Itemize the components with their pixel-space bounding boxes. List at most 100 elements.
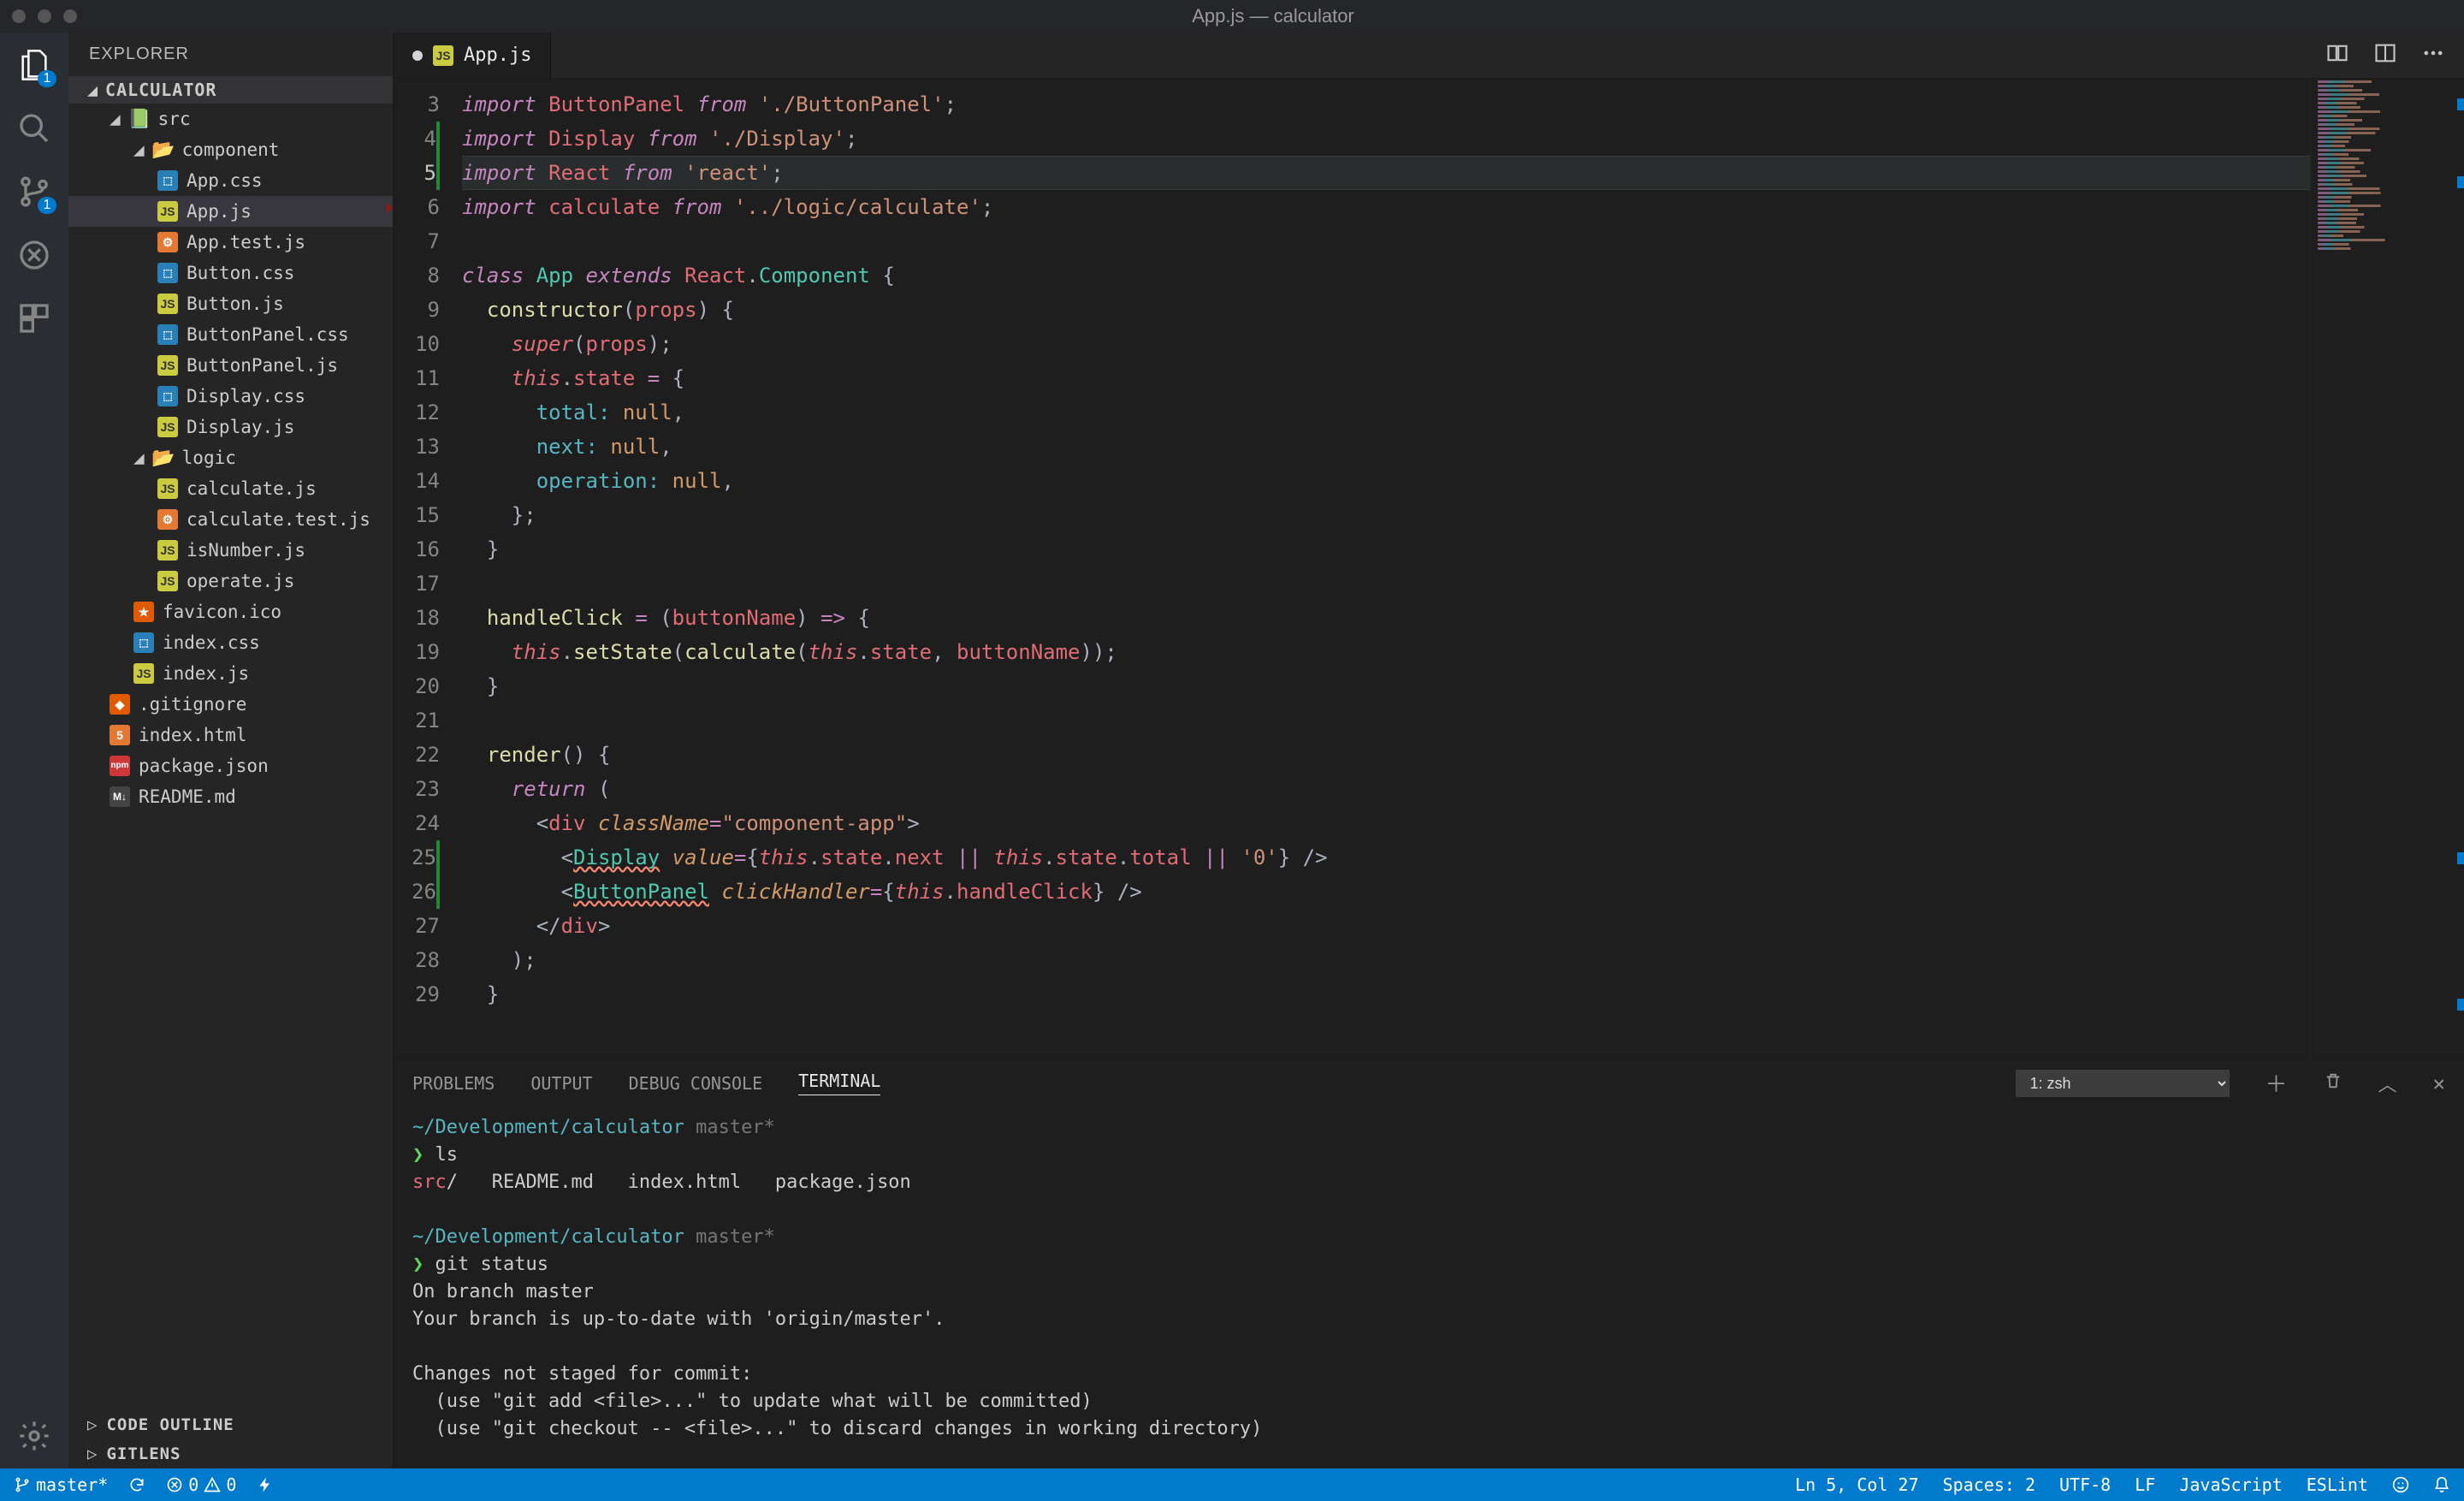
activity-explorer[interactable]: 1 bbox=[17, 48, 51, 82]
code-editor[interactable]: 3456789101112131415161718192021222324252… bbox=[394, 79, 2464, 1058]
tab-label: App.js bbox=[464, 44, 531, 66]
activity-settings[interactable] bbox=[17, 1419, 51, 1453]
file-row[interactable]: ⚙ App.test.js bbox=[68, 227, 393, 258]
file-row[interactable]: 5 index.html bbox=[68, 720, 393, 750]
code-line[interactable]: <div className="component-app"> bbox=[462, 806, 2310, 840]
code-line[interactable]: this.state = { bbox=[462, 361, 2310, 395]
code-line[interactable]: </div> bbox=[462, 909, 2310, 943]
code-line[interactable]: import calculate from '../logic/calculat… bbox=[462, 190, 2310, 224]
status-cursor[interactable]: Ln 5, Col 27 bbox=[1795, 1474, 1919, 1495]
code-line[interactable] bbox=[462, 224, 2310, 258]
section-gitlens[interactable]: ▷ GITLENS bbox=[68, 1439, 393, 1468]
line-number: 10 bbox=[394, 327, 440, 361]
file-row[interactable]: JS ButtonPanel.js bbox=[68, 350, 393, 381]
folder-root[interactable]: ◢ CALCULATOR bbox=[68, 76, 393, 104]
code-line[interactable] bbox=[462, 567, 2310, 601]
file-row[interactable]: JS Button.js bbox=[68, 288, 393, 319]
code-line[interactable]: super(props); bbox=[462, 327, 2310, 361]
tab-debug-console[interactable]: DEBUG CONSOLE bbox=[629, 1073, 763, 1094]
terminal-body[interactable]: ~/Development/calculator master*❯ lssrc/… bbox=[394, 1107, 2464, 1468]
code-line[interactable]: } bbox=[462, 669, 2310, 703]
new-terminal-icon[interactable]: ＋ bbox=[2266, 1067, 2288, 1099]
file-row[interactable]: ⬚ Display.css bbox=[68, 381, 393, 412]
code-line[interactable]: import React from 'react'; bbox=[462, 156, 2310, 190]
tab-terminal[interactable]: TERMINAL bbox=[798, 1071, 880, 1095]
tab-app-js[interactable]: JS App.js bbox=[394, 33, 551, 78]
window-controls[interactable] bbox=[12, 9, 77, 23]
file-row[interactable]: ★ favicon.ico bbox=[68, 596, 393, 627]
zoom-window-icon[interactable] bbox=[63, 9, 77, 23]
file-row[interactable]: ⬚ App.css bbox=[68, 165, 393, 196]
folder-row[interactable]: ◢ 📗 src bbox=[68, 104, 393, 134]
status-branch[interactable]: master* bbox=[14, 1474, 108, 1495]
status-indent[interactable]: Spaces: 2 bbox=[1943, 1474, 2035, 1495]
file-row[interactable]: ⬚ Button.css bbox=[68, 258, 393, 288]
close-window-icon[interactable] bbox=[12, 9, 26, 23]
status-sync[interactable] bbox=[128, 1476, 145, 1493]
code-line[interactable]: this.setState(calculate(this.state, butt… bbox=[462, 635, 2310, 669]
file-row[interactable]: ⚙ calculate.test.js bbox=[68, 504, 393, 535]
activity-debug[interactable] bbox=[17, 238, 51, 272]
line-number: 15 bbox=[394, 498, 440, 532]
status-notifications[interactable] bbox=[2433, 1476, 2450, 1493]
file-row[interactable]: JS calculate.js bbox=[68, 473, 393, 504]
file-row[interactable]: ◆ .gitignore bbox=[68, 689, 393, 720]
code-line[interactable]: <ButtonPanel clickHandler={this.handleCl… bbox=[462, 875, 2310, 909]
tab-output[interactable]: OUTPUT bbox=[530, 1073, 592, 1094]
code-body[interactable]: import ButtonPanel from './ButtonPanel';… bbox=[453, 79, 2310, 1058]
code-line[interactable]: import ButtonPanel from './ButtonPanel'; bbox=[462, 87, 2310, 122]
code-line[interactable]: return ( bbox=[462, 772, 2310, 806]
more-actions-icon[interactable] bbox=[2421, 41, 2445, 70]
kill-terminal-icon[interactable] bbox=[2324, 1071, 2343, 1095]
file-row[interactable]: JS Display.js bbox=[68, 412, 393, 442]
code-line[interactable]: } bbox=[462, 977, 2310, 1012]
status-live[interactable] bbox=[257, 1476, 274, 1493]
activity-extensions[interactable] bbox=[17, 301, 51, 335]
status-problems[interactable]: 0 0 bbox=[166, 1474, 236, 1495]
file-row[interactable]: JS App.js bbox=[68, 196, 393, 227]
file-row[interactable]: npm package.json bbox=[68, 750, 393, 781]
status-feedback[interactable] bbox=[2392, 1476, 2409, 1493]
compare-changes-icon[interactable] bbox=[2325, 41, 2349, 70]
code-line[interactable]: <Display value={this.state.next || this.… bbox=[462, 840, 2310, 875]
code-line[interactable]: operation: null, bbox=[462, 464, 2310, 498]
split-editor-icon[interactable] bbox=[2373, 41, 2397, 70]
section-code-outline[interactable]: ▷ CODE OUTLINE bbox=[68, 1410, 393, 1439]
code-line[interactable]: handleClick = (buttonName) => { bbox=[462, 601, 2310, 635]
code-line[interactable]: total: null, bbox=[462, 395, 2310, 430]
code-line[interactable]: import Display from './Display'; bbox=[462, 122, 2310, 156]
md-file-icon: M↓ bbox=[110, 786, 130, 807]
file-label: Display.css bbox=[187, 383, 305, 410]
code-line[interactable]: render() { bbox=[462, 738, 2310, 772]
minimap[interactable] bbox=[2310, 79, 2464, 1058]
code-line[interactable]: next: null, bbox=[462, 430, 2310, 464]
code-line[interactable]: }; bbox=[462, 498, 2310, 532]
file-row[interactable]: ⬚ index.css bbox=[68, 627, 393, 658]
minimize-window-icon[interactable] bbox=[38, 9, 51, 23]
bottom-panel: PROBLEMS OUTPUT DEBUG CONSOLE TERMINAL 1… bbox=[394, 1058, 2464, 1468]
file-row[interactable]: JS operate.js bbox=[68, 566, 393, 596]
folder-row[interactable]: ◢ 📂 component bbox=[68, 134, 393, 165]
status-eslint[interactable]: ESLint bbox=[2307, 1474, 2368, 1495]
code-line[interactable]: constructor(props) { bbox=[462, 293, 2310, 327]
file-row[interactable]: M↓ README.md bbox=[68, 781, 393, 812]
file-row[interactable]: JS isNumber.js bbox=[68, 535, 393, 566]
file-row[interactable]: ⬚ ButtonPanel.css bbox=[68, 319, 393, 350]
status-encoding[interactable]: UTF-8 bbox=[2059, 1474, 2111, 1495]
tab-problems[interactable]: PROBLEMS bbox=[412, 1073, 495, 1094]
terminal-selector[interactable]: 1: zsh bbox=[2016, 1070, 2230, 1097]
status-eol[interactable]: LF bbox=[2135, 1474, 2155, 1495]
folder-row[interactable]: ◢ 📂 logic bbox=[68, 442, 393, 473]
code-line[interactable]: } bbox=[462, 532, 2310, 567]
status-language[interactable]: JavaScript bbox=[2179, 1474, 2282, 1495]
code-line[interactable] bbox=[462, 703, 2310, 738]
folder-icon: 📗 bbox=[129, 109, 150, 129]
close-panel-icon[interactable]: ✕ bbox=[2433, 1071, 2445, 1095]
explorer-sidebar: EXPLORER ◢ CALCULATOR ◢ 📗 src◢ 📂 compone… bbox=[68, 33, 394, 1468]
maximize-panel-icon[interactable]: ︿ bbox=[2378, 1070, 2397, 1097]
code-line[interactable]: ); bbox=[462, 943, 2310, 977]
activity-search[interactable] bbox=[17, 111, 51, 145]
code-line[interactable]: class App extends React.Component { bbox=[462, 258, 2310, 293]
activity-scm[interactable]: 1 bbox=[17, 175, 51, 209]
file-row[interactable]: JS index.js bbox=[68, 658, 393, 689]
